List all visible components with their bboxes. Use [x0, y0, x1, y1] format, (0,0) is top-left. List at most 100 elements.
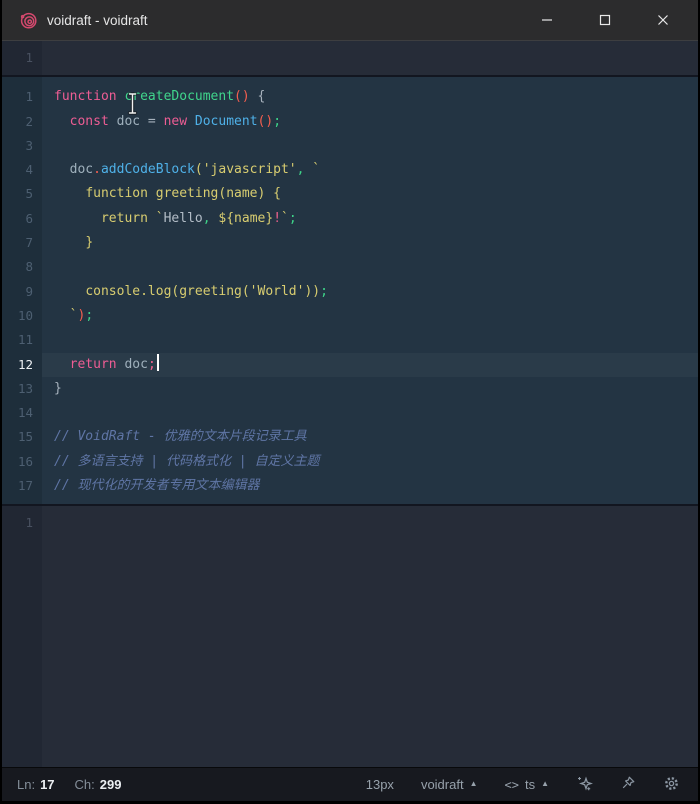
code-brackets-icon: <> [505, 778, 519, 792]
code-line-content[interactable] [42, 255, 698, 279]
format-code-button[interactable] [576, 775, 593, 795]
document-name: voidraft [421, 777, 464, 792]
code-line-content[interactable] [42, 46, 698, 70]
code-line-content[interactable]: function greeting(name) { [42, 182, 698, 206]
minimize-icon [541, 14, 553, 26]
code-line-content[interactable] [42, 134, 698, 158]
code-line[interactable]: 12 return doc; [2, 353, 698, 377]
ch-label: Ch: [75, 777, 95, 792]
settings-button[interactable] [663, 775, 680, 795]
code-token: doc [124, 357, 147, 372]
code-line-content[interactable] [42, 401, 698, 425]
code-token: Document [195, 114, 258, 129]
code-token: , [203, 211, 211, 226]
app-window: voidraft - voidraft 11function createDoc… [2, 0, 698, 801]
code-token: // 多语言支持 | 代码格式化 | 自定义主题 [54, 454, 319, 469]
line-number: 1 [2, 85, 42, 109]
code-line-content[interactable] [42, 511, 698, 535]
block-bottom[interactable]: 1 [2, 506, 698, 767]
code-token: // VoidRaft - 优雅的文本片段记录工具 [54, 429, 307, 444]
close-button[interactable] [640, 0, 686, 40]
code-line-content[interactable]: function createDocument() { [42, 85, 698, 109]
code-token [54, 114, 70, 129]
chevron-up-icon: ▲ [541, 779, 549, 788]
code-line[interactable]: 15// VoidRaft - 优雅的文本片段记录工具 [2, 425, 698, 449]
code-token: ; [289, 211, 297, 226]
code-line-content[interactable]: // 现代化的开发者专用文本编辑器 [42, 474, 698, 498]
line-number: 9 [2, 280, 42, 304]
code-line[interactable]: 17// 现代化的开发者专用文本编辑器 [2, 474, 698, 498]
code-token: ( [195, 162, 203, 177]
code-token [54, 357, 70, 372]
code-line[interactable]: 14 [2, 401, 698, 425]
code-line-content[interactable]: // 多语言支持 | 代码格式化 | 自定义主题 [42, 450, 698, 474]
code-line[interactable]: 10 `); [2, 304, 698, 328]
code-line[interactable]: 13} [2, 377, 698, 401]
line-number: 2 [2, 110, 42, 134]
line-number: 5 [2, 182, 42, 206]
line-number: 13 [2, 377, 42, 401]
code-line-content[interactable]: const doc = new Document(); [42, 110, 698, 134]
line-number: 17 [2, 474, 42, 498]
language-selector[interactable]: <> ts ▲ [505, 777, 550, 792]
ln-label: Ln: [17, 777, 35, 792]
code-token: console.log(greeting('World')) [85, 284, 320, 299]
code-line-content[interactable]: } [42, 231, 698, 255]
code-line-content[interactable]: doc.addCodeBlock('javascript', ` [42, 158, 698, 182]
code-token: ` [156, 211, 164, 226]
code-line[interactable]: 5 function greeting(name) { [2, 182, 698, 206]
code-token: ${name} [218, 211, 273, 226]
voidraft-logo-icon [20, 12, 37, 29]
code-line-content[interactable] [42, 328, 698, 352]
code-line[interactable]: 9 console.log(greeting('World')); [2, 280, 698, 304]
line-number: 12 [2, 353, 42, 377]
line-number: 11 [2, 328, 42, 352]
language-name: ts [525, 777, 535, 792]
code-line[interactable]: 11 [2, 328, 698, 352]
code-line[interactable]: 2 const doc = new Document(); [2, 110, 698, 134]
code-token: createDocument [124, 89, 234, 104]
block-top[interactable]: 1 [2, 41, 698, 75]
code-line[interactable]: 1 [2, 46, 698, 70]
code-token: () [234, 89, 250, 104]
minimize-button[interactable] [524, 0, 570, 40]
char-count-indicator: Ch: 299 [75, 777, 122, 792]
code-line[interactable]: 1function createDocument() { [2, 85, 698, 109]
code-token: } [54, 381, 62, 396]
code-token [54, 211, 101, 226]
code-line[interactable]: 1 [2, 511, 698, 535]
code-line-content[interactable]: return doc; [42, 353, 698, 377]
code-token [54, 284, 85, 299]
code-line-content[interactable]: // VoidRaft - 优雅的文本片段记录工具 [42, 425, 698, 449]
maximize-button[interactable] [582, 0, 628, 40]
close-icon [657, 14, 669, 26]
window-title: voidraft - voidraft [47, 13, 524, 28]
text-caret [157, 354, 159, 371]
pin-window-button[interactable] [620, 775, 636, 794]
code-line-content[interactable]: return `Hello, ${name}!`; [42, 207, 698, 231]
code-line-content[interactable]: console.log(greeting('World')); [42, 280, 698, 304]
code-line[interactable]: 3 [2, 134, 698, 158]
code-line-content[interactable]: `); [42, 304, 698, 328]
maximize-icon [599, 14, 611, 26]
code-token: doc [117, 114, 140, 129]
code-line[interactable]: 16// 多语言支持 | 代码格式化 | 自定义主题 [2, 450, 698, 474]
line-number: 6 [2, 207, 42, 231]
code-line-content[interactable]: } [42, 377, 698, 401]
code-line[interactable]: 4 doc.addCodeBlock('javascript', ` [2, 158, 698, 182]
code-line[interactable]: 6 return `Hello, ${name}!`; [2, 207, 698, 231]
code-line[interactable]: 7 } [2, 231, 698, 255]
ch-value: 299 [100, 777, 122, 792]
block-main[interactable]: 1function createDocument() {2 const doc … [2, 77, 698, 504]
code-token: addCodeBlock [101, 162, 195, 177]
line-number: 10 [2, 304, 42, 328]
code-token: 'javascript' [203, 162, 297, 177]
code-line[interactable]: 8 [2, 255, 698, 279]
document-selector[interactable]: voidraft ▲ [421, 777, 478, 792]
line-number-gutter [2, 506, 42, 767]
font-size-control[interactable]: 13px [366, 777, 394, 792]
code-token: ! [273, 211, 281, 226]
editor[interactable]: 11function createDocument() {2 const doc… [2, 41, 698, 767]
code-token: return [101, 211, 156, 226]
title-bar: voidraft - voidraft [2, 0, 698, 41]
